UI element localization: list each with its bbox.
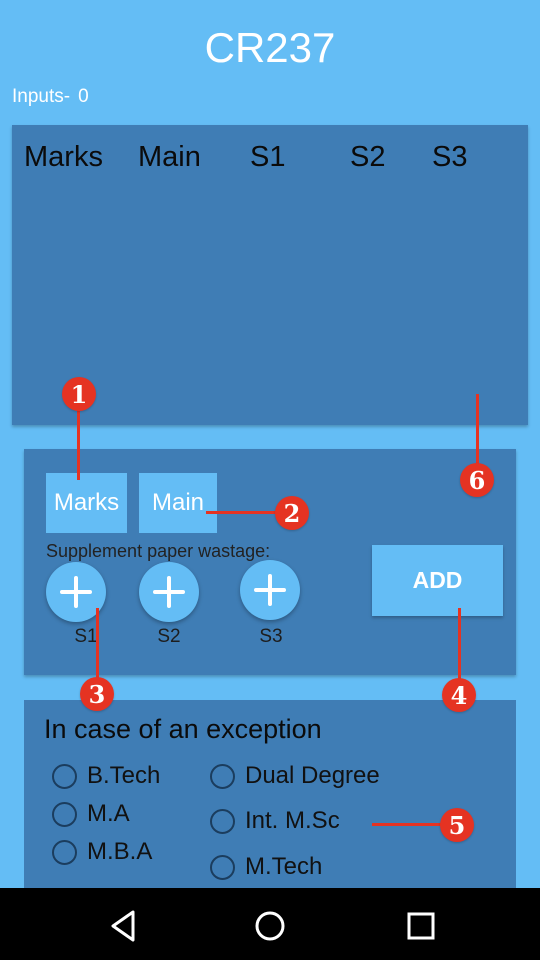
inputs-counter: Inputs- 0 [12, 86, 89, 108]
s3-label: S3 [259, 626, 283, 647]
radio-label: Dual Degree [245, 762, 380, 789]
radio-circle [210, 763, 235, 789]
callout-line-4 [458, 608, 461, 680]
s1-label: S1 [74, 626, 98, 647]
radio-ma[interactable]: M.A [52, 800, 130, 828]
plus-icon [153, 576, 185, 608]
radio-btech[interactable]: B.Tech [52, 762, 160, 790]
radio-circle [210, 854, 235, 880]
inputs-count: 0 [78, 86, 89, 107]
callout-line-2 [206, 511, 278, 514]
radio-label: Int. M.Sc [245, 807, 340, 834]
radio-label: M.B.A [87, 838, 153, 865]
wastage-label: Supplement paper wastage: [46, 541, 271, 561]
recents-icon[interactable] [403, 908, 439, 944]
callout-badge-3: 3 [80, 677, 114, 711]
back-icon[interactable] [105, 908, 141, 944]
radio-circle [52, 839, 77, 865]
column-header-s3: S3 [432, 141, 468, 173]
radio-circle [52, 801, 77, 827]
plus-icon [254, 574, 286, 606]
navigation-bar [0, 888, 540, 960]
radio-int-msc[interactable]: Int. M.Sc [210, 807, 340, 835]
column-header-main: Main [138, 141, 201, 173]
marks-input[interactable]: Marks [46, 473, 127, 533]
callout-line-6 [476, 394, 479, 466]
radio-label: M.Tech [245, 853, 323, 880]
callout-line-1 [77, 410, 80, 480]
home-icon[interactable] [252, 908, 288, 944]
main-input[interactable]: Main [139, 473, 217, 533]
callout-badge-2: 2 [275, 496, 309, 530]
column-header-s1: S1 [250, 141, 286, 173]
radio-mba[interactable]: M.B.A [52, 838, 152, 866]
radio-label: B.Tech [87, 762, 161, 789]
callout-line-5 [372, 823, 442, 826]
radio-circle [210, 808, 235, 834]
callout-badge-6: 6 [460, 463, 494, 497]
s2-label: S2 [157, 626, 181, 647]
exception-card: In case of an exception B.Tech M.A M.B.A… [24, 700, 516, 888]
callout-badge-1: 1 [62, 377, 96, 411]
column-header-marks: Marks [24, 141, 103, 173]
radio-label: M.A [87, 800, 130, 827]
callout-line-3 [96, 608, 99, 678]
radio-dual-degree[interactable]: Dual Degree [210, 762, 380, 790]
column-header-s2: S2 [350, 141, 386, 173]
app-title: CR237 [204, 24, 336, 71]
exception-title: In case of an exception [44, 714, 322, 744]
radio-circle [52, 763, 77, 789]
add-button[interactable]: ADD [372, 545, 503, 616]
callout-badge-4: 4 [442, 678, 476, 712]
s2-plus-button[interactable] [139, 562, 199, 622]
inputs-label: Inputs- [12, 86, 71, 107]
radio-mtech[interactable]: M.Tech [210, 853, 322, 881]
s3-plus-button[interactable] [240, 560, 300, 620]
callout-badge-5: 5 [440, 808, 474, 842]
